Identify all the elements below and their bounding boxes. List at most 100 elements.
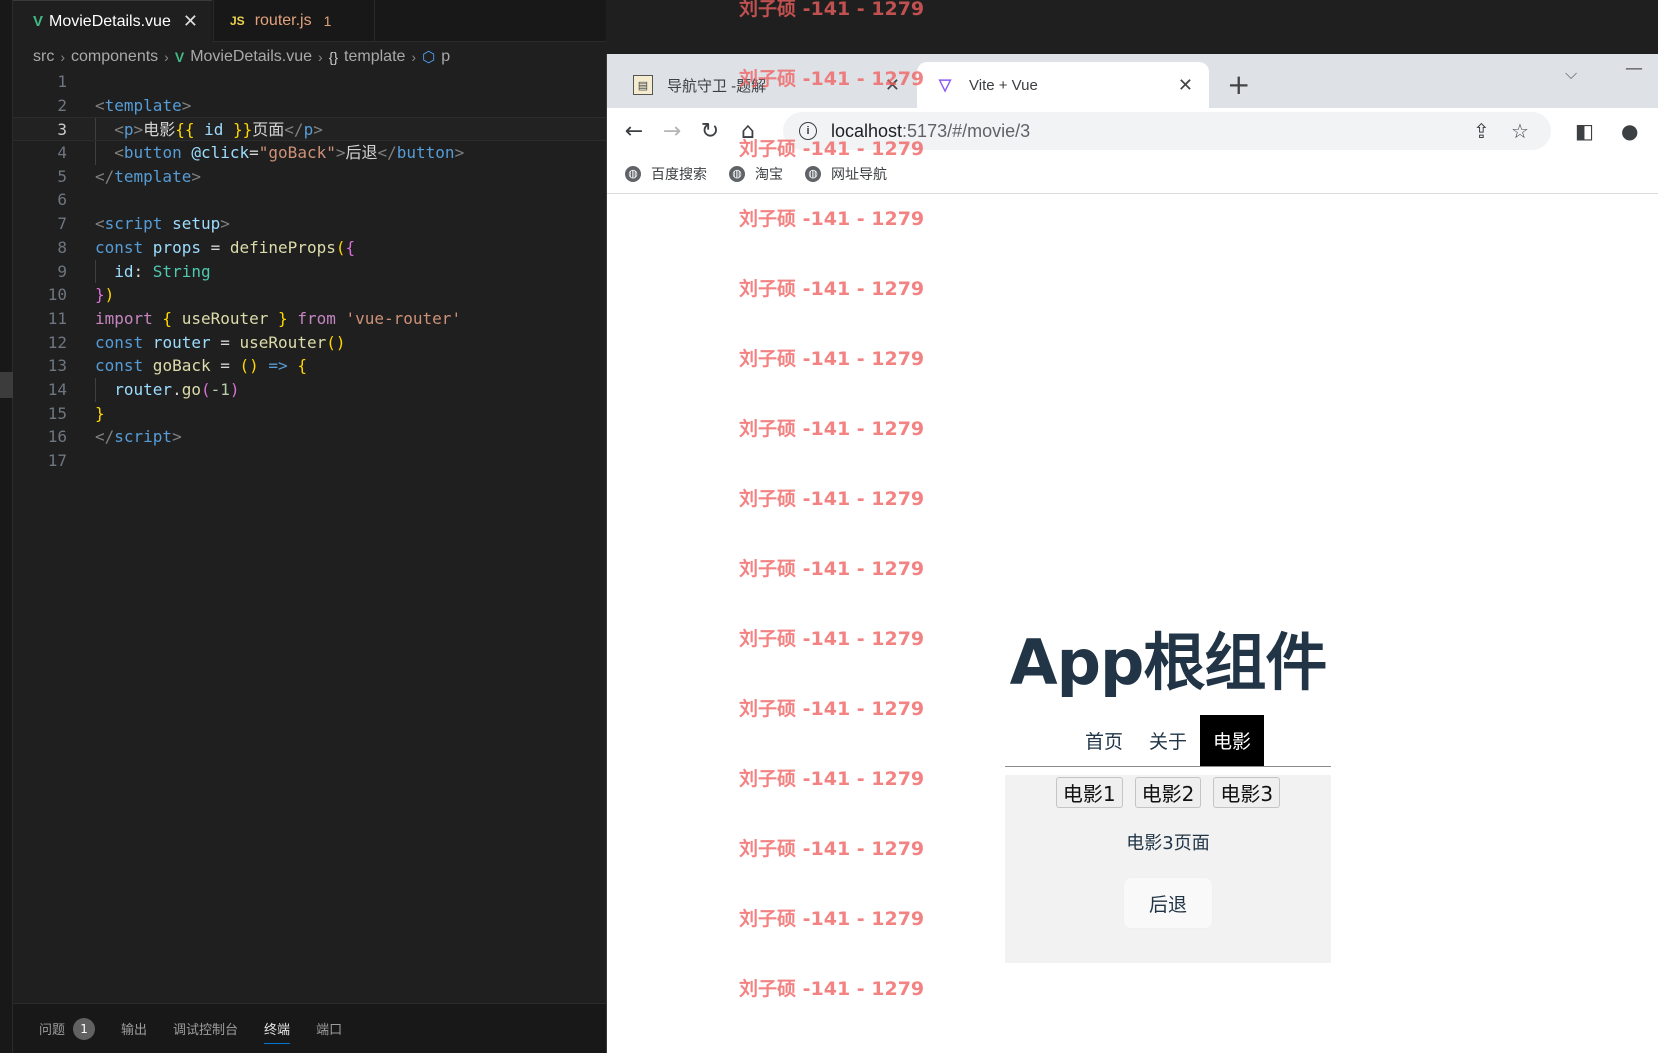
chevron-right-icon: › <box>318 49 323 65</box>
page-favicon-icon: ▤ <box>633 75 653 95</box>
browser-tab-navguard[interactable]: ▤ 导航守卫 -题解 ✕ <box>619 62 916 108</box>
bookmark-item[interactable]: ◍ 淘宝 <box>729 164 783 184</box>
code-line: 10}) <box>13 283 606 307</box>
breadcrumb-item[interactable]: components <box>71 48 158 66</box>
line-number: 5 <box>57 166 67 186</box>
chevron-right-icon: › <box>60 49 65 65</box>
bookmark-item[interactable]: ◍ 网址导航 <box>805 164 887 184</box>
browser-tab-strip: ▤ 导航守卫 -题解 ✕ ▽ Vite + Vue ✕ + ⌵ — <box>607 54 1658 108</box>
code-line: 17 <box>13 449 606 473</box>
app-nav: 首页 关于 电影 <box>1005 715 1331 767</box>
breadcrumb-item[interactable]: template <box>344 48 405 66</box>
close-icon[interactable]: ✕ <box>183 11 198 32</box>
movie-2-button[interactable]: 电影2 <box>1134 777 1202 808</box>
line-number: 15 <box>47 403 67 423</box>
back-button[interactable]: 后退 <box>1123 877 1213 929</box>
editor-tab-router[interactable]: JS router.js 1 <box>213 0 375 42</box>
chevron-right-icon: › <box>164 49 169 65</box>
star-icon[interactable]: ☆ <box>1511 119 1529 144</box>
line-number: 1 <box>57 72 67 91</box>
breadcrumb-item[interactable]: p <box>441 48 450 66</box>
vue-icon: V <box>174 49 185 65</box>
line-number: 12 <box>47 332 67 352</box>
forward-arrow-icon[interactable]: → <box>657 116 687 146</box>
globe-icon: ◍ <box>625 165 641 182</box>
code-line-current: 3 <p>电影{{ id }}页面</p> <box>13 117 606 142</box>
nav-link-home[interactable]: 首页 <box>1072 715 1136 766</box>
site-info-icon[interactable]: i <box>799 122 817 140</box>
share-icon[interactable]: ⇪ <box>1473 119 1490 144</box>
bookmark-label: 网址导航 <box>831 166 887 183</box>
js-icon: JS <box>230 14 245 28</box>
code-line: 1 <box>13 70 606 94</box>
editor-tab-moviedetails[interactable]: V MovieDetails.vue ✕ <box>13 0 212 42</box>
code-line: 5 </template> <box>13 165 606 189</box>
problems-count: 1 <box>323 13 332 29</box>
breadcrumb-item[interactable]: src <box>33 48 54 66</box>
breadcrumb: src › components › V MovieDetails.vue › … <box>33 44 450 70</box>
cube-icon: ⬡ <box>422 49 436 66</box>
line-number: 17 <box>47 451 67 470</box>
profile-icon[interactable]: ● <box>1621 119 1638 143</box>
line-number: 4 <box>57 143 67 163</box>
movie-1-button[interactable]: 电影1 <box>1055 777 1123 808</box>
code-line: 4 <button @click="goBack">后退</button> <box>13 141 606 165</box>
line-number: 14 <box>47 379 67 399</box>
code-line: 15} <box>13 402 606 426</box>
sidepanel-icon[interactable]: ◧ <box>1575 119 1594 143</box>
panel-tab-label: 问题 <box>39 1023 66 1038</box>
page-viewport: App根组件 首页 关于 电影 电影1 电影2 电影3 电影3页面 后退 <box>607 195 1658 1053</box>
url-path: :5173/#/movie/3 <box>902 120 1031 141</box>
code-editor: V MovieDetails.vue ✕ JS router.js 1 src … <box>0 0 606 1053</box>
code-line: 7 <script setup> <box>13 212 606 236</box>
browser-toolbar: ← → ↻ ⌂ i localhost:5173/#/movie/3 ⇪ ☆ ◧… <box>607 108 1658 154</box>
globe-icon: ◍ <box>729 165 745 182</box>
movie-view: 电影1 电影2 电影3 电影3页面 后退 <box>1005 775 1331 963</box>
browser-tab-title: 导航守卫 -题解 <box>667 77 767 95</box>
line-number: 9 <box>57 261 67 281</box>
close-icon[interactable]: ✕ <box>885 75 900 96</box>
code-line: 16 </script> <box>13 425 606 449</box>
reload-icon[interactable]: ↻ <box>695 116 725 146</box>
panel-tab-label: 终端 <box>264 1023 291 1038</box>
bookmark-label: 淘宝 <box>755 166 783 183</box>
line-number: 7 <box>57 214 67 234</box>
bookmarks-bar: ◍ 百度搜索 ◍ 淘宝 ◍ 网址导航 <box>607 154 1658 194</box>
activity-strip <box>0 0 13 1053</box>
home-icon[interactable]: ⌂ <box>733 116 763 146</box>
bookmark-label: 百度搜索 <box>651 166 707 183</box>
address-bar[interactable]: i localhost:5173/#/movie/3 ⇪ ☆ <box>783 112 1551 150</box>
close-icon[interactable]: ✕ <box>1178 75 1193 96</box>
scroll-marker <box>0 372 13 398</box>
panel-tab-output[interactable]: 输出 <box>121 1004 147 1053</box>
minimize-icon[interactable]: — <box>1625 58 1643 79</box>
browser-tab-vite[interactable]: ▽ Vite + Vue ✕ <box>917 62 1209 108</box>
new-tab-icon[interactable]: + <box>1227 68 1250 101</box>
nav-link-about[interactable]: 关于 <box>1136 715 1200 766</box>
movie-3-button[interactable]: 电影3 <box>1213 777 1281 808</box>
chevron-right-icon: › <box>411 49 417 65</box>
line-number: 13 <box>47 356 67 376</box>
panel-tab-problems[interactable]: 问题 1 <box>39 1004 96 1053</box>
line-number: 2 <box>57 95 67 115</box>
bookmark-item[interactable]: ◍ 百度搜索 <box>625 164 707 184</box>
code-area[interactable]: 1 2 <template> 3 <p>电影{{ id }}页面</p> 4 <b… <box>13 70 606 473</box>
code-line: 11 import { useRouter } from 'vue-router' <box>13 307 606 331</box>
panel-tab-label: 端口 <box>316 1023 343 1038</box>
breadcrumb-item[interactable]: MovieDetails.vue <box>190 48 312 66</box>
url-host: localhost <box>831 120 903 141</box>
code-line: 2 <template> <box>13 94 606 118</box>
code-line: 9 id: String <box>13 259 606 284</box>
panel-tab-bar: 问题 1 输出 调试控制台 终端 端口 <box>13 1003 606 1053</box>
panel-tab-terminal[interactable]: 终端 <box>264 1004 291 1053</box>
editor-tab-label: MovieDetails.vue <box>49 12 171 30</box>
chevron-down-icon[interactable]: ⌵ <box>1565 64 1577 84</box>
panel-tab-ports[interactable]: 端口 <box>316 1004 342 1053</box>
code-line: 6 <box>13 188 606 212</box>
braces-icon: {} <box>328 49 339 65</box>
line-number: 6 <box>57 190 67 210</box>
nav-link-movie[interactable]: 电影 <box>1200 715 1265 766</box>
movie-detail-text: 电影3页面 <box>1126 833 1210 854</box>
panel-tab-debug-console[interactable]: 调试控制台 <box>173 1004 238 1053</box>
back-arrow-icon[interactable]: ← <box>619 116 649 146</box>
